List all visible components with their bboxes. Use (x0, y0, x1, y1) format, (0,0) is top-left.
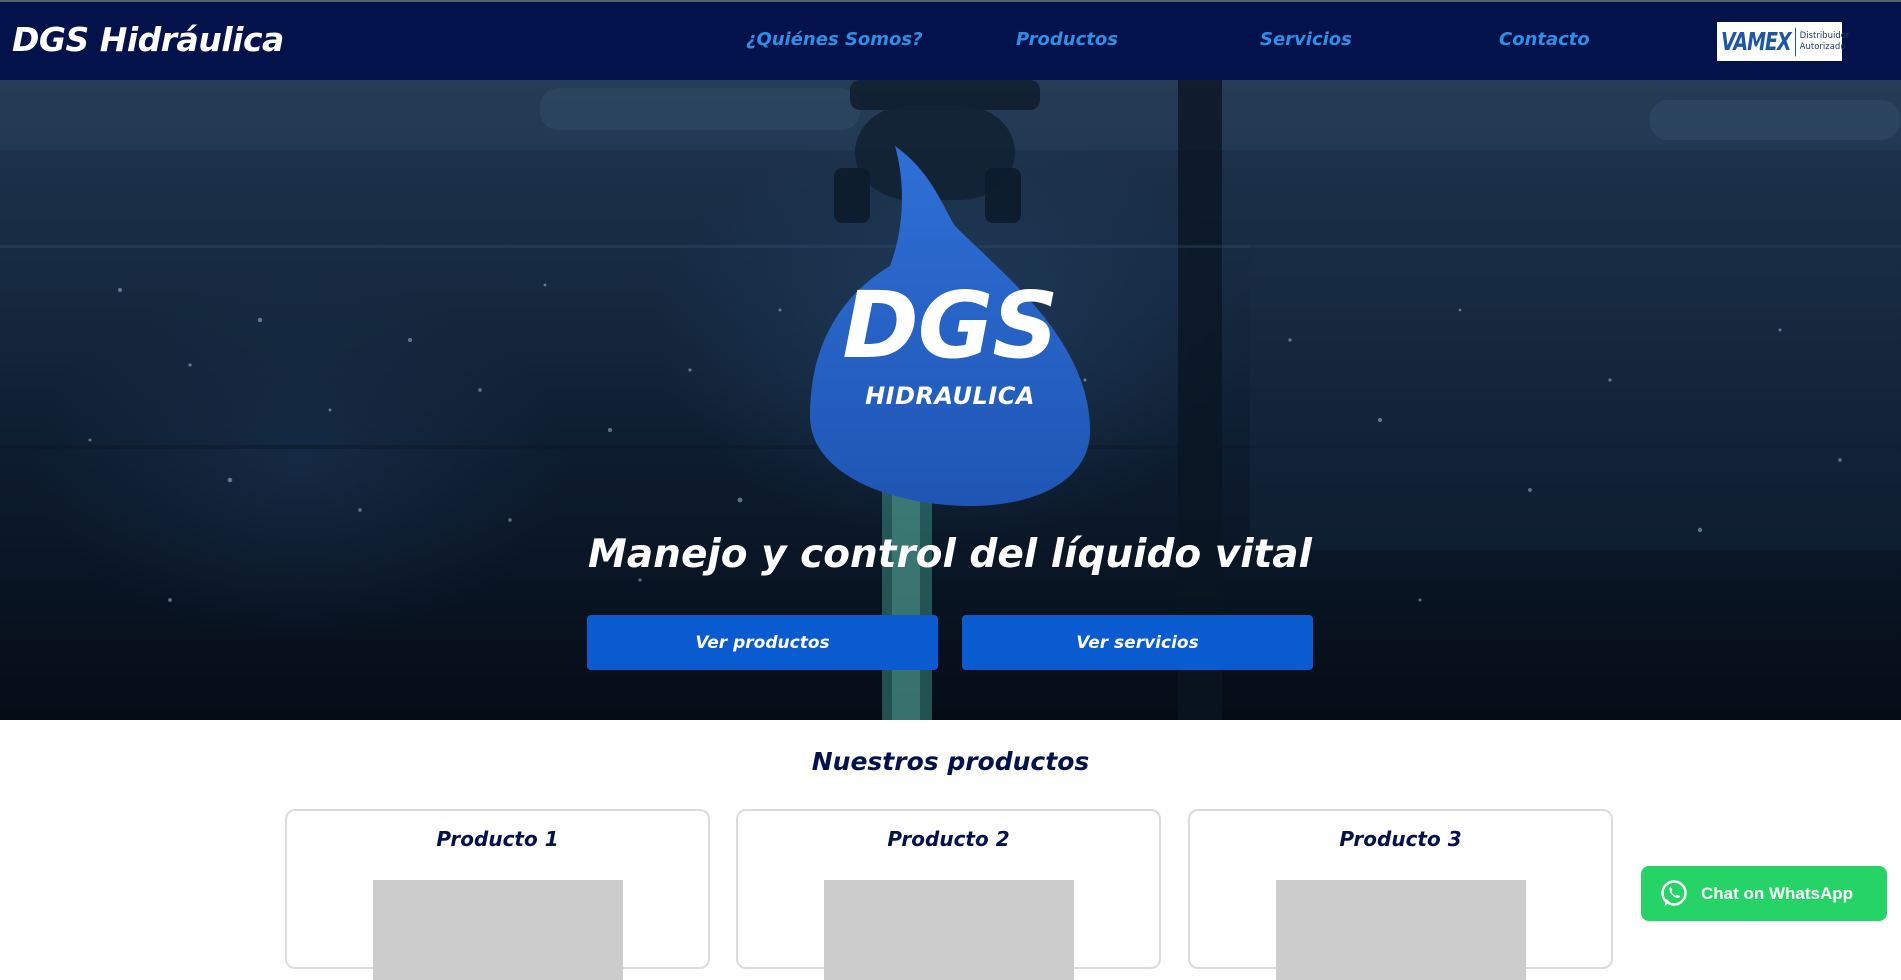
whatsapp-chat-button[interactable]: Chat on WhatsApp (1641, 866, 1887, 921)
vamex-logo: VAMEX (1721, 27, 1796, 56)
nav-link-productos[interactable]: Productos (1016, 29, 1118, 50)
navbar: DGS Hidráulica ¿Quiénes Somos? Productos… (0, 2, 1901, 80)
product-card-title: Producto 3 (1339, 827, 1462, 851)
logo-text-hidraulica: HIDRAULICA (865, 382, 1035, 410)
whatsapp-button-label: Chat on WhatsApp (1701, 883, 1854, 903)
ver-servicios-button[interactable]: Ver servicios (962, 615, 1313, 670)
hero-title: Manejo y control del líquido vital (588, 532, 1312, 577)
distributor-text: Distribuidor Autorizado (1799, 30, 1850, 52)
whatsapp-icon (1661, 879, 1687, 906)
nav-link-quienes-somos[interactable]: ¿Quiénes Somos? (746, 29, 923, 50)
product-image-placeholder (1276, 880, 1526, 980)
nav-link-contacto[interactable]: Contacto (1499, 29, 1590, 50)
product-card-1[interactable]: Producto 1 (285, 809, 710, 980)
products-section-title: Nuestros productos (811, 747, 1090, 776)
hero-section: DGS HIDRAULICA Manejo y control del líqu… (0, 80, 1901, 720)
product-card-3[interactable]: Producto 3 (1188, 809, 1613, 980)
product-image-placeholder (373, 880, 623, 980)
product-card-2[interactable]: Producto 2 (736, 809, 1161, 980)
vamex-distributor-badge[interactable]: VAMEX Distribuidor Autorizado (1717, 22, 1849, 61)
product-card-title: Producto 1 (436, 827, 559, 851)
product-card-title: Producto 2 (887, 827, 1010, 851)
product-image-placeholder (824, 880, 1074, 980)
nav-link-servicios[interactable]: Servicios (1260, 29, 1352, 50)
ver-productos-button[interactable]: Ver productos (587, 615, 938, 670)
brand-logo-link[interactable]: DGS Hidráulica (12, 20, 284, 59)
logo-text-dgs: DGS (842, 272, 1058, 379)
